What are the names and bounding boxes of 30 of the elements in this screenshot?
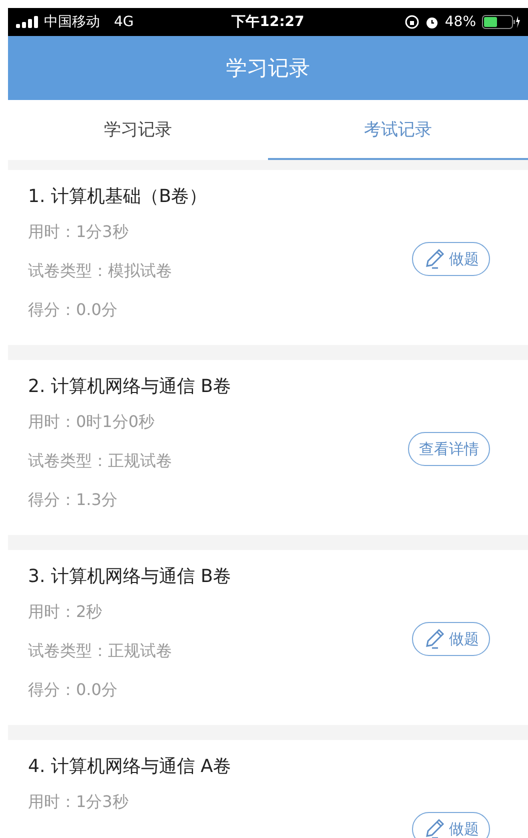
battery-icon xyxy=(482,15,520,29)
practice-button[interactable]: 做题 xyxy=(412,242,490,276)
practice-button[interactable]: 做题 xyxy=(412,622,490,656)
record-detail: 试卷类型：正规试卷 xyxy=(28,640,173,662)
signal-icon xyxy=(16,16,38,28)
record-detail: 得分：0.0分 xyxy=(28,679,118,701)
pencil-icon xyxy=(423,628,447,650)
alarm-icon xyxy=(424,15,439,29)
status-time: 下午12:27 xyxy=(232,13,304,31)
practice-button[interactable]: 做题 xyxy=(412,812,490,838)
carrier-label: 中国移动 xyxy=(44,13,100,31)
record-detail: 用时：0时1分0秒 xyxy=(28,411,156,433)
record-detail: 用时：2秒 xyxy=(28,601,104,623)
record-title: 4. 计算机网络与通信 A卷 xyxy=(28,755,232,779)
network-label: 4G xyxy=(114,14,134,30)
record-detail: 得分：0.0分 xyxy=(28,299,118,321)
pencil-icon xyxy=(423,248,447,270)
record-detail: 试卷类型：正规试卷 xyxy=(28,450,173,472)
record-title: 3. 计算机网络与通信 B卷 xyxy=(28,565,232,589)
record-title: 1. 计算机基础（B卷） xyxy=(28,185,208,209)
rotation-lock-icon xyxy=(404,15,419,29)
record-detail: 试卷类型：模拟试卷 xyxy=(28,260,173,282)
record-title: 2. 计算机网络与通信 B卷 xyxy=(28,375,232,399)
pencil-icon xyxy=(423,818,447,838)
record-detail: 得分：1.3分 xyxy=(28,489,118,511)
header-title: 学习记录 xyxy=(226,55,310,82)
battery-percent: 48% xyxy=(444,14,476,30)
record-detail: 用时：1分3秒 xyxy=(28,791,130,813)
record-detail: 用时：1分3秒 xyxy=(28,221,130,243)
view-details-button[interactable]: 查看详情 xyxy=(408,432,490,466)
